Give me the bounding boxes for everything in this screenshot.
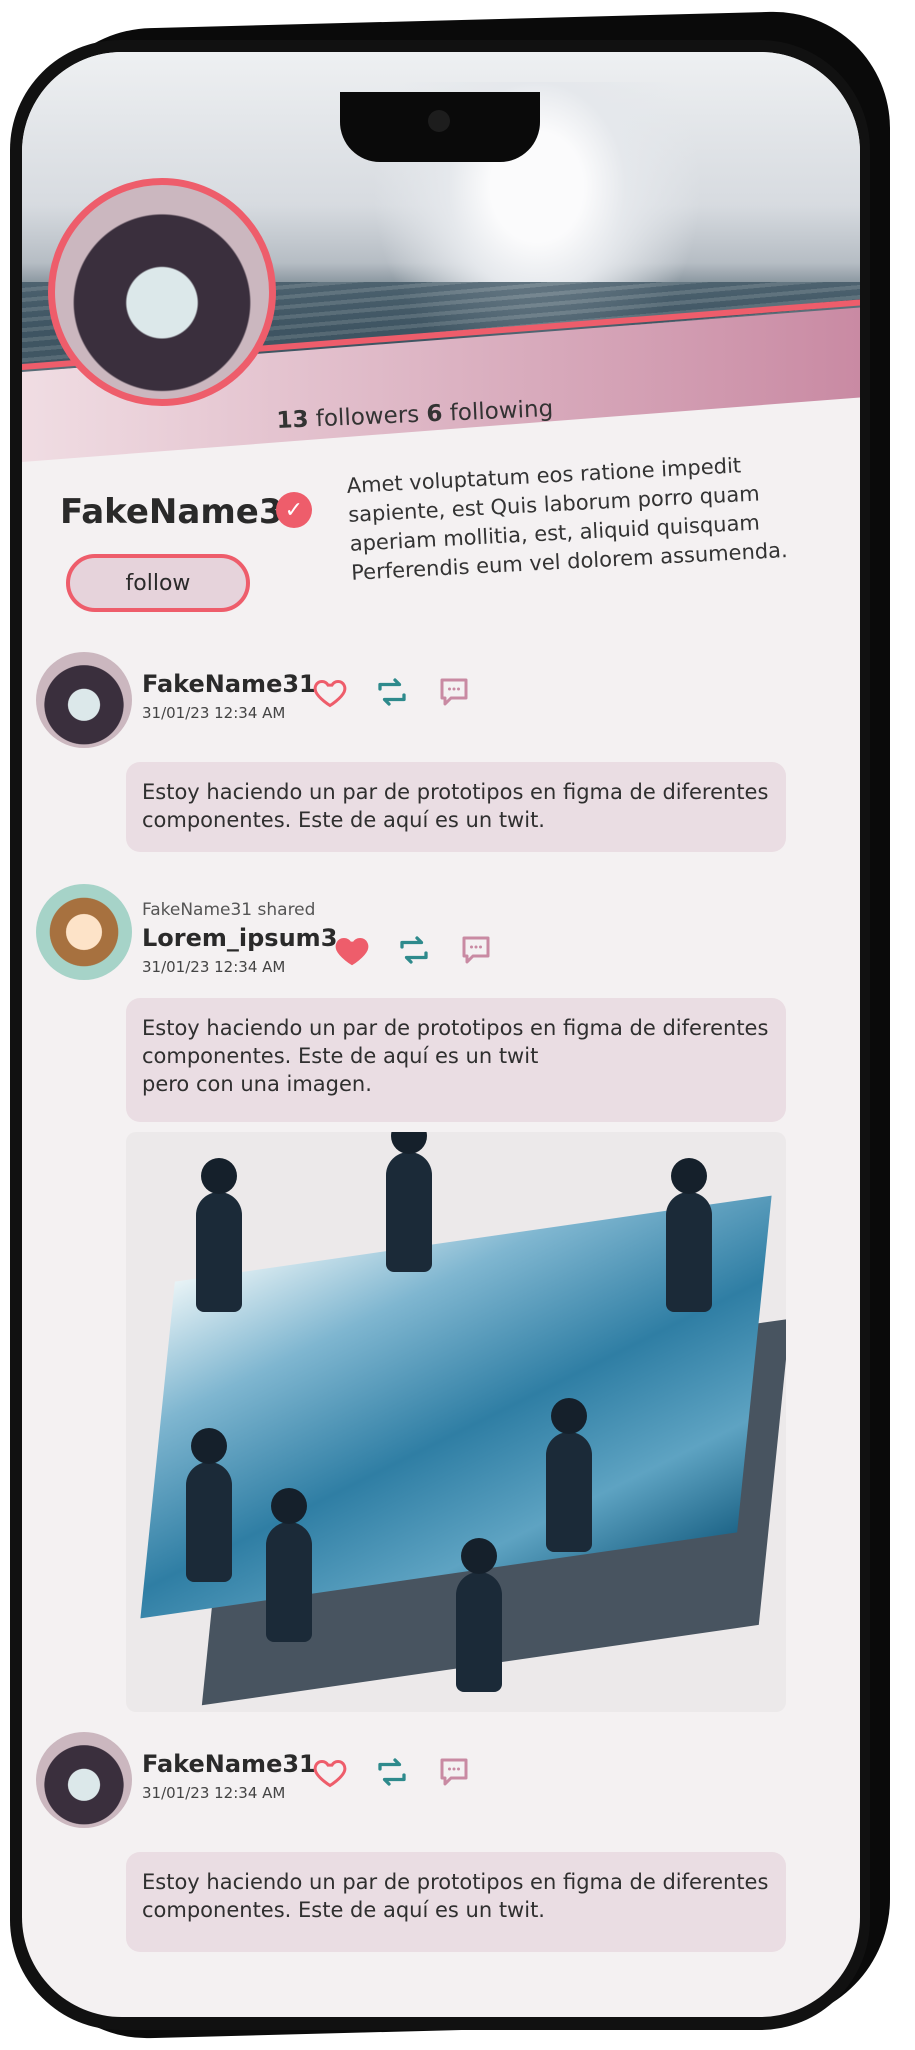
comment-bubble-icon[interactable] bbox=[436, 674, 472, 710]
image-child bbox=[386, 1132, 432, 1272]
followers-label: followers bbox=[315, 401, 420, 433]
post-actions bbox=[312, 674, 472, 710]
profile-username: FakeName31 bbox=[60, 492, 307, 532]
post-text-line: pero con una imagen. bbox=[142, 1072, 372, 1096]
like-heart-icon[interactable] bbox=[312, 1754, 348, 1790]
post-actions bbox=[312, 1754, 472, 1790]
post-avatar[interactable] bbox=[36, 884, 132, 980]
following-label: following bbox=[449, 395, 554, 427]
post-date: 31/01/23 12:34 AM bbox=[142, 1784, 286, 1802]
image-child bbox=[456, 1538, 502, 1692]
following-count: 6 bbox=[425, 400, 444, 428]
image-child bbox=[546, 1398, 592, 1552]
post-image[interactable] bbox=[126, 1132, 786, 1712]
image-child bbox=[186, 1428, 232, 1582]
post-avatar[interactable] bbox=[36, 1732, 132, 1828]
post-avatar[interactable] bbox=[36, 652, 132, 748]
follow-button[interactable]: follow bbox=[66, 554, 250, 612]
post-author[interactable]: Lorem_ipsum3 bbox=[142, 924, 337, 952]
post-text: Estoy haciendo un par de prototipos en f… bbox=[142, 780, 769, 832]
post-text: Estoy haciendo un par de prototipos en f… bbox=[142, 1870, 769, 1922]
post-date: 31/01/23 12:34 AM bbox=[142, 704, 286, 722]
post-text: Estoy haciendo un par de prototipos en f… bbox=[142, 1016, 769, 1068]
image-child bbox=[196, 1158, 242, 1312]
retweet-icon[interactable] bbox=[374, 674, 410, 710]
post-text-bubble: Estoy haciendo un par de prototipos en f… bbox=[126, 998, 786, 1122]
retweet-icon[interactable] bbox=[374, 1754, 410, 1790]
image-child bbox=[266, 1488, 312, 1642]
post-text-bubble: Estoy haciendo un par de prototipos en f… bbox=[126, 762, 786, 852]
post-author[interactable]: FakeName31 bbox=[142, 670, 316, 698]
followers-count: 13 bbox=[276, 406, 310, 434]
camera-notch bbox=[340, 92, 540, 162]
retweet-icon[interactable] bbox=[396, 932, 432, 968]
profile-avatar[interactable] bbox=[48, 178, 276, 406]
app-screen: 13 followers 6 following FakeName31 ✓ Am… bbox=[22, 52, 860, 2017]
post-date: 31/01/23 12:34 AM bbox=[142, 958, 286, 976]
profile-bio: Amet voluptatum eos ratione impedit sapi… bbox=[346, 453, 789, 585]
image-child bbox=[666, 1158, 712, 1312]
post-actions bbox=[334, 932, 494, 968]
like-heart-icon[interactable] bbox=[312, 674, 348, 710]
like-heart-filled-icon[interactable] bbox=[334, 932, 370, 968]
post-text-bubble: Estoy haciendo un par de prototipos en f… bbox=[126, 1852, 786, 1952]
front-camera-icon bbox=[428, 110, 450, 132]
post-author[interactable]: FakeName31 bbox=[142, 1750, 316, 1778]
comment-bubble-icon[interactable] bbox=[436, 1754, 472, 1790]
comment-bubble-icon[interactable] bbox=[458, 932, 494, 968]
shared-by-label: FakeName31 shared bbox=[142, 900, 316, 920]
